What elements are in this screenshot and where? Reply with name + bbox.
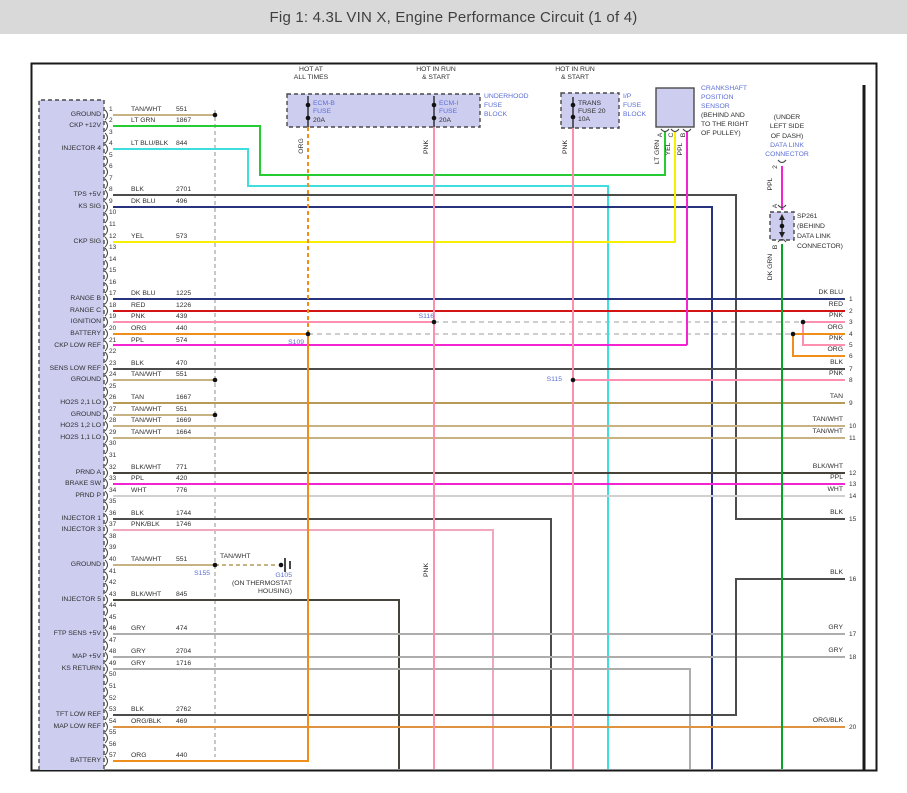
junction-dot bbox=[570, 114, 576, 120]
pin-cavity bbox=[104, 467, 108, 479]
pin-cavity bbox=[104, 686, 108, 698]
pin-cavity bbox=[104, 420, 108, 432]
junction-dot bbox=[431, 319, 437, 325]
pin-cavity bbox=[104, 363, 108, 375]
pin-cavity bbox=[104, 443, 108, 455]
pin-cavity bbox=[104, 316, 108, 328]
pin-cavity bbox=[104, 293, 108, 305]
pin-cavity bbox=[104, 340, 108, 352]
junction-dot bbox=[305, 102, 311, 108]
connector-arc bbox=[670, 128, 680, 133]
pin-cavity bbox=[104, 571, 108, 583]
pin-cavity bbox=[104, 305, 108, 317]
pin-cavity bbox=[104, 282, 108, 294]
pin-cavity bbox=[104, 386, 108, 398]
pin-cavity bbox=[104, 247, 108, 259]
pin-cavity bbox=[104, 640, 108, 652]
junction-dot bbox=[278, 562, 284, 568]
junction-dot bbox=[779, 223, 785, 229]
pin-cavity bbox=[104, 513, 108, 525]
pin-cavity bbox=[104, 478, 108, 490]
pin-cavity bbox=[104, 189, 108, 201]
pin-cavity bbox=[104, 166, 108, 178]
pin-cavity bbox=[104, 351, 108, 363]
junction-dot bbox=[305, 331, 311, 337]
connector-block bbox=[38, 99, 105, 770]
component-box bbox=[560, 92, 620, 129]
pin-cavity bbox=[104, 709, 108, 721]
pin-cavity bbox=[104, 328, 108, 340]
pin-cavity bbox=[104, 201, 108, 213]
wire bbox=[113, 599, 400, 769]
wiring-diagram: Fig 1: 4.3L VIN X, Engine Performance Ci… bbox=[0, 0, 907, 793]
wire bbox=[113, 668, 691, 769]
junction-dot bbox=[212, 412, 218, 418]
pin-cavity bbox=[104, 744, 108, 756]
junction-dot bbox=[790, 331, 796, 337]
pin-cavity bbox=[104, 490, 108, 502]
component-box bbox=[286, 93, 481, 128]
pin-cavity bbox=[104, 663, 108, 675]
pin-cavity bbox=[104, 120, 108, 132]
pin-cavity bbox=[104, 374, 108, 386]
pin-cavity bbox=[104, 559, 108, 571]
wire bbox=[113, 334, 309, 762]
pin-cavity bbox=[104, 651, 108, 663]
pin-cavity bbox=[104, 455, 108, 467]
pin-cavity bbox=[104, 143, 108, 155]
pin-cavity bbox=[104, 698, 108, 710]
pin-cavity bbox=[104, 674, 108, 686]
diagram-border bbox=[30, 62, 878, 772]
pin-cavity bbox=[104, 732, 108, 744]
connector-arc bbox=[777, 159, 787, 164]
pin-cavity bbox=[104, 605, 108, 617]
wire bbox=[113, 518, 552, 769]
junction-dot bbox=[800, 319, 806, 325]
wire-layer bbox=[30, 62, 878, 772]
pin-cavity bbox=[104, 755, 108, 767]
pin-cavity bbox=[104, 397, 108, 409]
junction-dot bbox=[431, 115, 437, 121]
pin-cavity bbox=[104, 501, 108, 513]
pin-cavity bbox=[104, 524, 108, 536]
junction-dot bbox=[570, 102, 576, 108]
pin-cavity bbox=[104, 155, 108, 167]
pin-cavity bbox=[104, 212, 108, 224]
component-box bbox=[655, 87, 695, 128]
pin-cavity bbox=[104, 628, 108, 640]
pin-cavity bbox=[104, 132, 108, 144]
pin-cavity bbox=[104, 224, 108, 236]
junction-dot bbox=[212, 112, 218, 118]
junction-dot bbox=[212, 377, 218, 383]
pin-cavity bbox=[104, 409, 108, 421]
pin-cavity bbox=[104, 582, 108, 594]
pin-cavity bbox=[104, 109, 108, 121]
pin-cavity bbox=[104, 547, 108, 559]
pin-cavity bbox=[104, 236, 108, 248]
pin-cavity bbox=[104, 536, 108, 548]
pin-cavity bbox=[104, 594, 108, 606]
connector-arc bbox=[660, 128, 670, 133]
wire bbox=[113, 194, 845, 520]
junction-dot bbox=[305, 115, 311, 121]
junction-dot bbox=[212, 562, 218, 568]
junction-dot bbox=[570, 377, 576, 383]
pin-cavity bbox=[104, 259, 108, 271]
pin-cavity bbox=[104, 617, 108, 629]
wire bbox=[113, 206, 713, 769]
pin-cavity bbox=[104, 270, 108, 282]
junction-dot bbox=[431, 102, 437, 108]
connector-arc bbox=[682, 128, 692, 133]
wire bbox=[113, 125, 666, 176]
pin-cavity bbox=[104, 721, 108, 733]
pin-cavity bbox=[104, 178, 108, 190]
pin-cavity bbox=[104, 432, 108, 444]
